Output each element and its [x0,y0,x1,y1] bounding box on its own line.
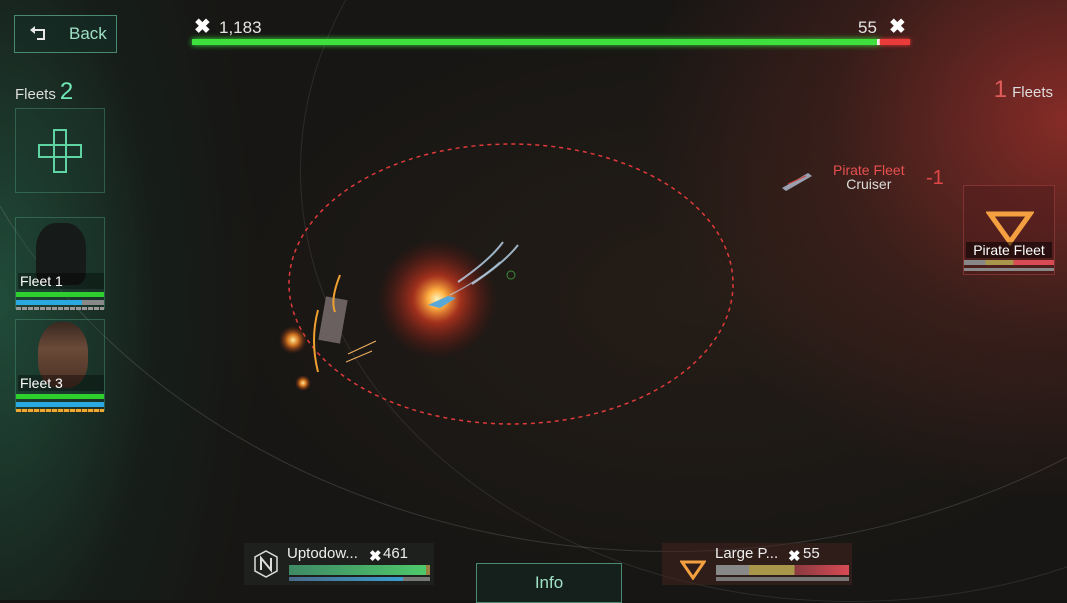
player-unit-hp-bar [289,565,426,575]
enemy-target-label[interactable]: Pirate Fleet Cruiser [833,163,905,191]
hp-bar [16,394,104,399]
player-unit-power: 461 [383,545,409,562]
crossed-swords-icon: ✖ [889,16,906,38]
plus-icon [38,128,82,173]
info-label: Info [534,573,564,592]
fleet-card[interactable]: Fleet 3 [15,319,105,412]
crossed-swords-icon: ✖ [194,16,211,38]
energy-bar [16,307,104,310]
enemy-unit-name: Large P... [715,545,779,562]
enemy-ship-group [279,274,377,391]
target-marker [506,270,516,280]
damage-number: -1 [926,167,944,189]
back-arrow-icon [30,26,45,40]
player-power-score: 1,183 [219,18,262,37]
triangle-down-icon [680,560,706,580]
player-fleets-header: Fleets 2 [15,78,73,106]
shield-bar [16,300,82,305]
enemy-faction: Pirate Fleet [833,162,905,178]
player-unit-shield-bar-empty [403,577,430,581]
triangle-down-icon [986,211,1034,246]
shield-bar-empty [82,300,104,305]
player-unit-name: Uptodow... [287,545,358,562]
fleets-label: Fleets [15,86,56,103]
hp-bar [16,292,104,297]
enemy-unit-hp-bar [716,565,849,575]
enemy-unit-power: 55 [803,545,820,562]
battle-area [279,143,812,425]
player-power-bar [192,39,880,45]
fleet-name: Fleet 1 [18,273,104,289]
pirate-fleet-card[interactable]: Pirate Fleet [963,185,1055,275]
hp-bar [964,260,1054,265]
fleet-card[interactable]: Fleet 1 [15,217,105,310]
crossed-swords-icon: ✖ [369,548,382,565]
hexagon-n-icon [254,550,278,578]
explosion [377,239,497,359]
enemy-power-bar [880,39,910,45]
fleets-label: Fleets [1012,84,1053,101]
player-unit-shield-bar [289,577,403,581]
back-button[interactable]: Back [14,15,117,53]
back-label: Back [69,24,107,43]
shield-bar [964,268,1054,271]
range-circle [288,143,734,425]
shield-bar [16,402,104,407]
enemy-fleets-header: 1 Fleets [994,76,1053,104]
pirate-fleet-name: Pirate Fleet [966,242,1052,258]
player-unit-hp-bar-end [426,565,430,575]
fleets-count: 1 [993,76,1008,103]
info-button[interactable]: Info [476,563,622,603]
fleet-name: Fleet 3 [18,375,104,391]
add-fleet-button[interactable] [15,108,105,193]
crossed-swords-icon: ✖ [788,548,801,565]
enemy-ship-type: Cruiser [846,176,892,192]
enemy-power-score: 55 [858,18,877,37]
pirate-cruiser-ship [782,173,812,191]
enemy-unit-shield-bar [716,577,849,581]
fleets-count: 2 [59,78,74,105]
energy-bar [16,409,104,412]
